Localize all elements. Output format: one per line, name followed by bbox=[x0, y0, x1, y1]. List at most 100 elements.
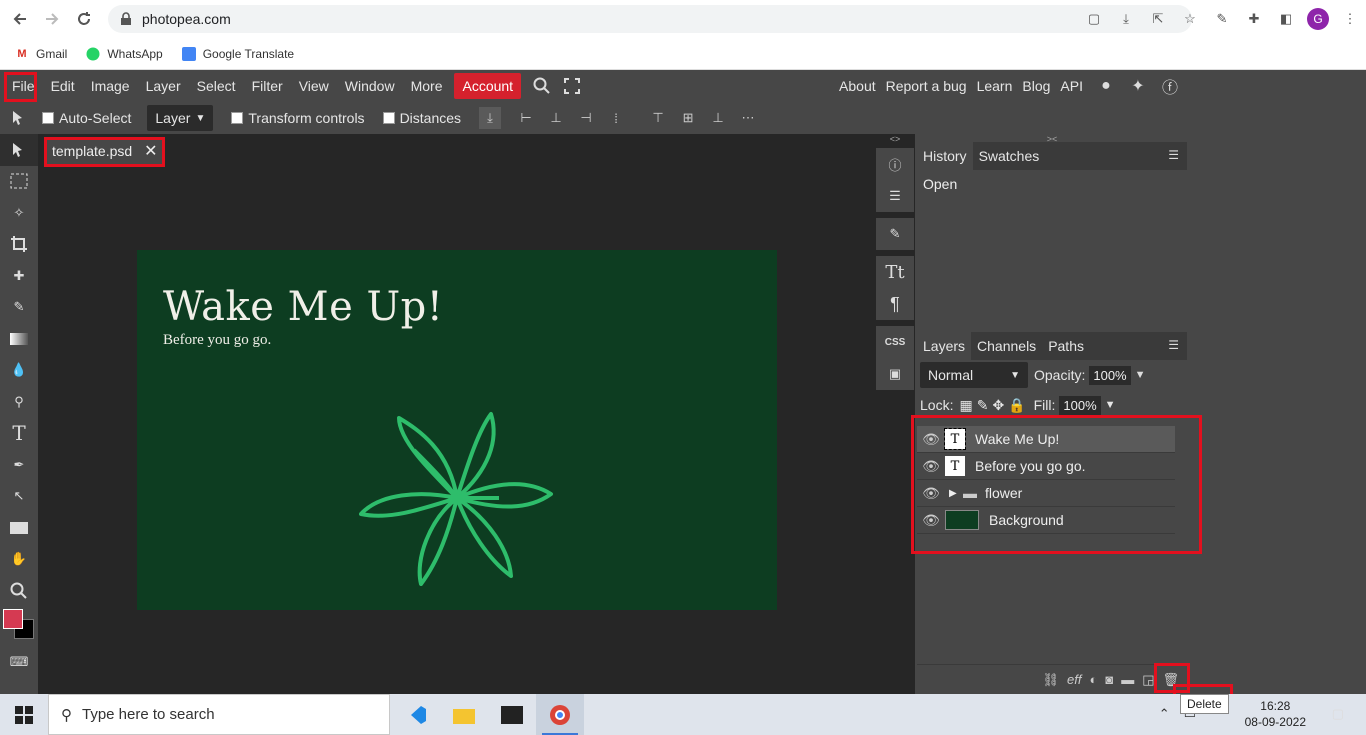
tab-layers[interactable]: Layers bbox=[917, 332, 972, 360]
tab-channels[interactable]: Channels bbox=[971, 332, 1042, 360]
collapse-icon[interactable]: <> bbox=[875, 134, 915, 144]
adjustment-layer-icon[interactable]: ◐ bbox=[1089, 672, 1097, 687]
menu-file[interactable]: File bbox=[4, 73, 43, 99]
fill-input[interactable]: 100% bbox=[1059, 395, 1101, 415]
foreground-color-swatch[interactable] bbox=[3, 608, 23, 629]
move-tool-icon[interactable] bbox=[8, 107, 30, 129]
effects-icon[interactable]: eff bbox=[1067, 672, 1081, 687]
auto-select-checkbox[interactable] bbox=[42, 112, 54, 124]
bookmark-star-icon[interactable]: ☆ bbox=[1174, 11, 1206, 27]
brush-tool-icon[interactable]: ✎ bbox=[0, 292, 38, 324]
move-tool-icon[interactable] bbox=[0, 134, 38, 166]
transform-controls-option[interactable]: Transform controls bbox=[231, 110, 365, 126]
reload-icon[interactable] bbox=[72, 7, 96, 31]
layer-select[interactable]: Layer ▼ bbox=[147, 105, 214, 131]
auto-select-option[interactable]: Auto-Select bbox=[42, 110, 131, 126]
crop-tool-icon[interactable] bbox=[0, 229, 38, 261]
paragraph-icon[interactable]: ¶ bbox=[876, 288, 914, 320]
lock-transparency-icon[interactable]: ▦ bbox=[959, 397, 972, 414]
expand-icon[interactable]: >< bbox=[917, 134, 1187, 144]
chevron-up-icon[interactable]: ⌃ bbox=[1159, 706, 1170, 722]
pen-tool-icon[interactable]: ✒ bbox=[0, 449, 38, 481]
eye-icon[interactable]: 👁 bbox=[917, 431, 945, 448]
trash-icon[interactable]: 🗑 bbox=[1162, 672, 1179, 688]
color-swatches[interactable] bbox=[0, 607, 38, 647]
download-align-icon[interactable]: ⤓ bbox=[479, 107, 502, 129]
eye-icon[interactable]: 👁 bbox=[917, 458, 945, 475]
account-button[interactable]: Account bbox=[454, 73, 522, 99]
twitter-icon[interactable]: ✦ bbox=[1128, 76, 1148, 96]
dodge-tool-icon[interactable]: ⚲ bbox=[0, 386, 38, 418]
taskbar-search[interactable]: ⚲ Type here to search bbox=[48, 694, 390, 735]
sidebar-icon[interactable]: ◧ bbox=[1270, 11, 1302, 27]
align-middle-icon[interactable]: ⊞ bbox=[677, 107, 699, 129]
menu-image[interactable]: Image bbox=[83, 73, 138, 99]
share-icon[interactable]: ⇱ bbox=[1142, 11, 1174, 27]
lock-position-icon[interactable]: ✥ bbox=[992, 397, 1004, 414]
opacity-input[interactable]: 100% bbox=[1089, 365, 1131, 385]
panel-menu-icon[interactable]: ☰ bbox=[1168, 338, 1179, 352]
bookmark-whatsapp[interactable]: WhatsApp bbox=[85, 46, 163, 62]
menu-blog[interactable]: Blog bbox=[1017, 73, 1055, 99]
fill-dropdown-icon[interactable]: ▼ bbox=[1105, 399, 1116, 411]
search-icon[interactable] bbox=[531, 75, 553, 97]
distribute-horizontal-icon[interactable]: ⋯ bbox=[737, 107, 759, 129]
address-bar[interactable]: photopea.com bbox=[108, 5, 1192, 33]
file-explorer-icon[interactable] bbox=[440, 694, 488, 735]
menu-about[interactable]: About bbox=[834, 73, 881, 99]
close-icon[interactable]: ✕ bbox=[144, 141, 157, 161]
info-icon[interactable]: ⓘ bbox=[876, 148, 914, 180]
menu-more[interactable]: More bbox=[403, 73, 451, 99]
adjustments-icon[interactable]: ☰ bbox=[876, 180, 914, 212]
path-select-icon[interactable]: ↖ bbox=[0, 481, 38, 513]
tab-swatches[interactable]: Swatches bbox=[973, 142, 1046, 170]
layer-row[interactable]: 👁 T Before you go go. bbox=[917, 453, 1175, 480]
extensions-icon[interactable]: ✚ bbox=[1238, 11, 1270, 27]
terminal-icon[interactable] bbox=[488, 694, 536, 735]
vscode-app-icon[interactable] bbox=[392, 694, 440, 735]
menu-filter[interactable]: Filter bbox=[244, 73, 291, 99]
facebook-icon[interactable]: ⓕ bbox=[1160, 76, 1180, 97]
shape-tool-icon[interactable] bbox=[0, 512, 38, 544]
expand-arrow-icon[interactable]: ▶ bbox=[949, 488, 963, 499]
blur-tool-icon[interactable]: 💧 bbox=[0, 355, 38, 387]
tab-search-icon[interactable]: ▢ bbox=[1078, 11, 1110, 27]
menu-view[interactable]: View bbox=[291, 73, 337, 99]
back-icon[interactable] bbox=[8, 7, 32, 31]
brush-settings-icon[interactable]: ✎ bbox=[876, 218, 914, 250]
distribute-icon[interactable]: ⁞ bbox=[605, 107, 627, 129]
menu-window[interactable]: Window bbox=[337, 73, 403, 99]
css-icon[interactable]: CSS bbox=[876, 326, 914, 358]
menu-learn[interactable]: Learn bbox=[972, 73, 1018, 99]
align-bottom-icon[interactable]: ⊥ bbox=[707, 107, 729, 129]
layer-row[interactable]: 👁 T Wake Me Up! bbox=[917, 426, 1175, 453]
align-right-icon[interactable]: ⊣ bbox=[575, 107, 597, 129]
keyboard-icon[interactable]: ⌨ bbox=[0, 647, 38, 679]
marquee-tool-icon[interactable] bbox=[0, 166, 38, 198]
profile-button[interactable]: G bbox=[1302, 8, 1334, 30]
clock[interactable]: 16:28 08-09-2022 bbox=[1245, 698, 1306, 730]
new-layer-icon[interactable]: ◲ bbox=[1142, 672, 1154, 688]
blend-mode-select[interactable]: Normal ▼ bbox=[920, 362, 1028, 388]
fullscreen-icon[interactable] bbox=[561, 75, 583, 97]
eye-icon[interactable]: 👁 bbox=[917, 485, 945, 502]
magic-wand-icon[interactable]: ✧ bbox=[0, 197, 38, 229]
menu-edit[interactable]: Edit bbox=[43, 73, 83, 99]
bookmark-google-translate[interactable]: Google Translate bbox=[181, 46, 294, 62]
bookmark-gmail[interactable]: M Gmail bbox=[14, 46, 67, 62]
menu-report-bug[interactable]: Report a bug bbox=[881, 73, 972, 99]
gradient-tool-icon[interactable] bbox=[0, 323, 38, 355]
forward-icon[interactable] bbox=[40, 7, 64, 31]
notification-icon[interactable]: ▢ bbox=[1332, 706, 1344, 722]
hand-tool-icon[interactable]: ✋ bbox=[0, 544, 38, 576]
install-icon[interactable]: ⤓ bbox=[1110, 11, 1142, 27]
lock-all-icon[interactable]: 🔒 bbox=[1008, 397, 1025, 414]
align-center-icon[interactable]: ⊥ bbox=[545, 107, 567, 129]
reddit-icon[interactable]: ● bbox=[1096, 76, 1116, 96]
type-tool-icon[interactable]: T bbox=[0, 418, 38, 450]
document-canvas[interactable]: Wake Me Up! Before you go go. bbox=[137, 250, 777, 610]
windows-start-icon[interactable] bbox=[0, 694, 48, 735]
layer-row[interactable]: 👁 Background bbox=[917, 507, 1175, 534]
pen-icon[interactable]: ✎ bbox=[1206, 11, 1238, 27]
align-top-icon[interactable]: ⊤ bbox=[647, 107, 669, 129]
